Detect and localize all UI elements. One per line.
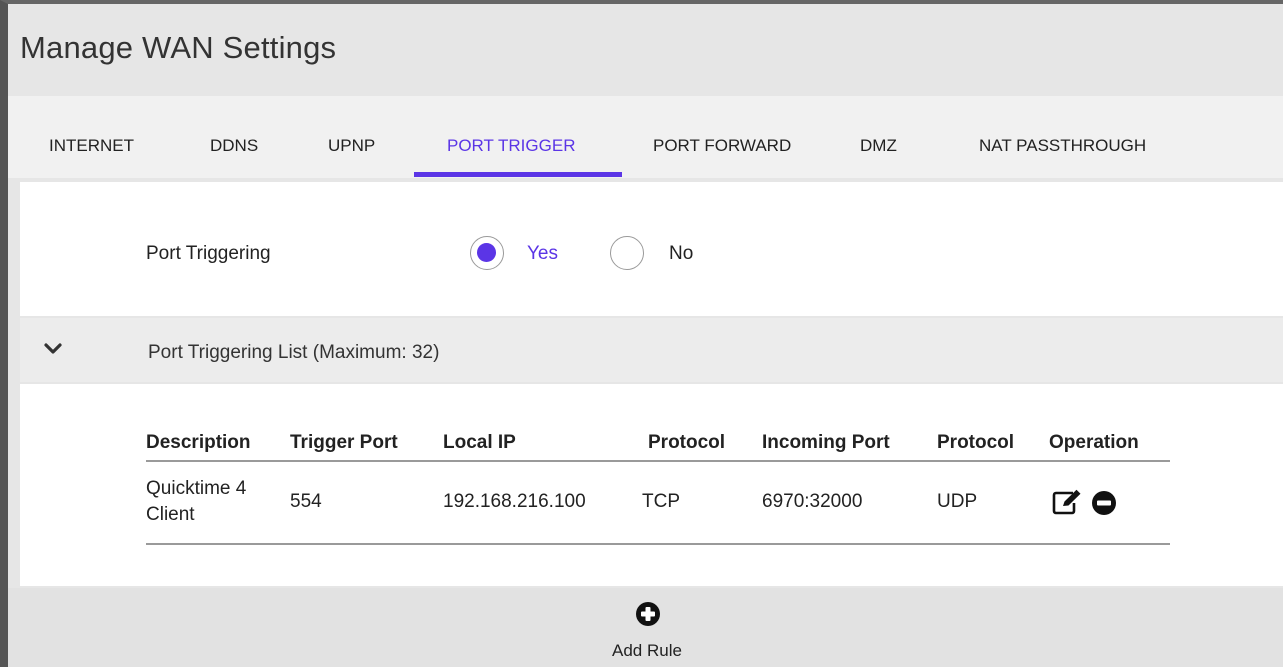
plus-circle-icon[interactable] — [634, 600, 662, 633]
footer-bar: Add Rule — [8, 588, 1283, 667]
tab-bar: INTERNET DDNS UPNP PORT TRIGGER PORT FOR… — [8, 96, 1283, 178]
cell-description: Quicktime 4 Client — [146, 478, 247, 525]
col-trigger-port: Trigger Port — [290, 432, 398, 453]
tab-port-trigger[interactable]: PORT TRIGGER — [447, 136, 575, 156]
table-bottom-divider — [146, 543, 1170, 545]
add-rule-button[interactable]: Add Rule — [612, 641, 682, 661]
col-protocol: Protocol — [648, 432, 726, 453]
port-triggering-list: Description Trigger Port Local IP Protoc… — [20, 384, 1283, 586]
port-triggering-no-radio[interactable] — [610, 236, 644, 270]
cell-incoming-protocol: UDP — [937, 491, 978, 512]
cell-incoming-port: 6970:32000 — [762, 491, 863, 512]
col-incoming-port: Incoming Port — [762, 432, 890, 453]
port-triggering-label: Port Triggering — [146, 243, 271, 264]
tab-nat-passthrough[interactable]: NAT PASSTHROUGH — [979, 136, 1146, 156]
tab-ddns[interactable]: DDNS — [210, 136, 258, 156]
tab-port-forward[interactable]: PORT FORWARD — [653, 136, 791, 156]
col-local-ip: Local IP — [443, 432, 516, 453]
cell-trigger-port: 554 — [290, 491, 322, 512]
tab-internet[interactable]: INTERNET — [49, 136, 134, 156]
page-title: Manage WAN Settings — [20, 30, 337, 65]
cell-local-ip: 192.168.216.100 — [443, 491, 586, 512]
port-triggering-list-header[interactable]: Port Triggering List (Maximum: 32) — [20, 318, 1283, 382]
wan-settings-window: Manage WAN Settings INTERNET DDNS UPNP P… — [0, 0, 1283, 667]
table-header-divider — [146, 460, 1170, 462]
tab-dmz[interactable]: DMZ — [860, 136, 897, 156]
active-tab-indicator — [414, 172, 622, 177]
port-triggering-yes-radio[interactable] — [470, 236, 504, 270]
tab-upnp[interactable]: UPNP — [328, 136, 375, 156]
port-triggering-no-label[interactable]: No — [669, 243, 693, 265]
chevron-down-icon[interactable] — [42, 340, 64, 358]
col-description: Description — [146, 432, 251, 453]
list-title: Port Triggering List (Maximum: 32) — [148, 342, 440, 363]
col-operation: Operation — [1049, 432, 1139, 453]
cell-trigger-protocol: TCP — [642, 491, 680, 512]
remove-icon[interactable] — [1090, 489, 1118, 522]
port-triggering-panel: Port Triggering Yes No — [20, 182, 1283, 316]
edit-icon[interactable] — [1051, 488, 1085, 521]
col-incoming-protocol: Protocol — [937, 432, 1015, 453]
title-bar: Manage WAN Settings — [8, 4, 1283, 92]
port-triggering-yes-label[interactable]: Yes — [527, 243, 558, 265]
